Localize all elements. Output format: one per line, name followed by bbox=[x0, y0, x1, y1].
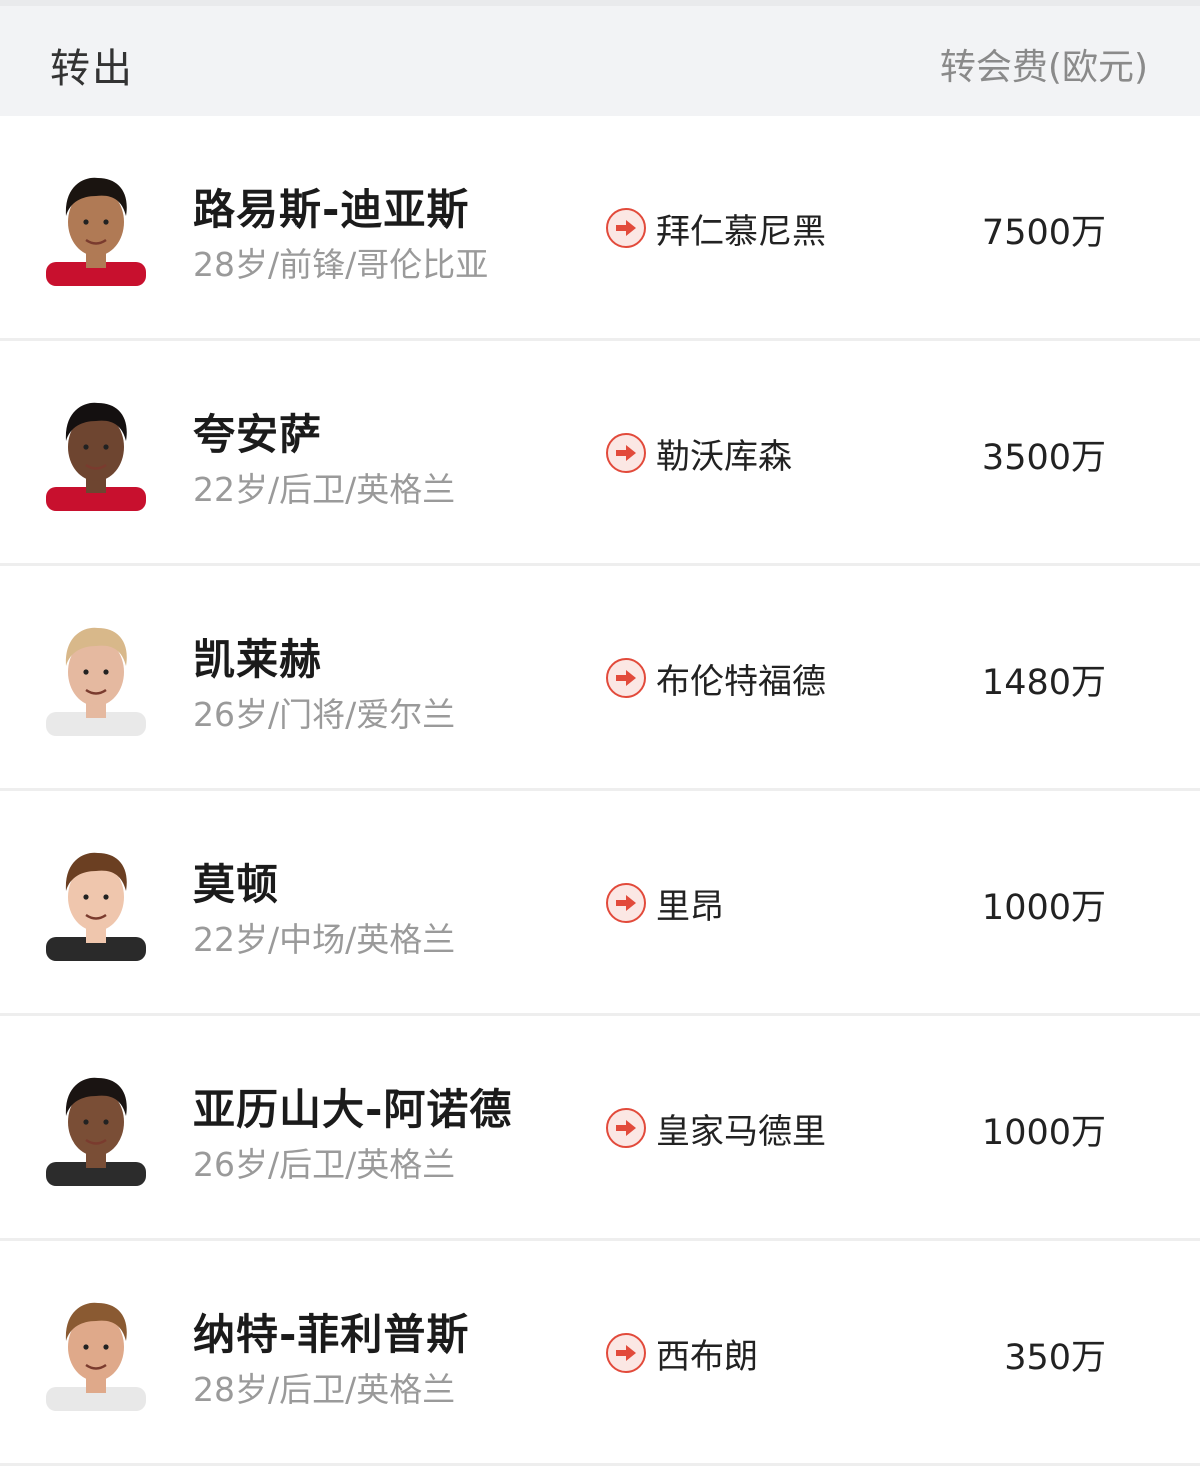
destination: 拜仁慕尼黑 bbox=[606, 206, 826, 252]
arrow-right-circle-icon bbox=[606, 658, 646, 698]
player-photo bbox=[46, 627, 146, 736]
player-avatar bbox=[46, 395, 146, 511]
transfer-row[interactable]: 亚历山大-阿诺德 26岁/后卫/英格兰 皇家马德里 1000万 bbox=[0, 1016, 1200, 1241]
player-meta: 28岁/前锋/哥伦比亚 bbox=[193, 245, 489, 284]
fee-column-label: 转会费(欧元) bbox=[939, 47, 1148, 88]
transfer-row[interactable]: 路易斯-迪亚斯 28岁/前锋/哥伦比亚 拜仁慕尼黑 7500万 bbox=[0, 116, 1200, 341]
player-photo bbox=[46, 177, 146, 286]
player-meta: 22岁/中场/英格兰 bbox=[193, 920, 456, 959]
transfer-row[interactable]: 凯莱赫 26岁/门将/爱尔兰 布伦特福德 1480万 bbox=[0, 566, 1200, 791]
arrow-right-circle-icon bbox=[606, 208, 646, 248]
transfer-fee: 3500万 bbox=[981, 438, 1106, 478]
header-title: 转出 bbox=[50, 46, 134, 92]
arrow-right-circle-icon bbox=[606, 883, 646, 923]
destination: 勒沃库森 bbox=[606, 431, 792, 477]
transfer-row[interactable]: 夸安萨 22岁/后卫/英格兰 勒沃库森 3500万 bbox=[0, 341, 1200, 566]
player-photo bbox=[46, 402, 146, 511]
transfer-fee: 7500万 bbox=[981, 213, 1106, 253]
transfer-fee: 1000万 bbox=[981, 888, 1106, 928]
arrow-right-circle-icon bbox=[606, 1333, 646, 1373]
list-header: 转出 转会费(欧元) bbox=[0, 0, 1200, 116]
transfer-row[interactable]: 纳特-菲利普斯 28岁/后卫/英格兰 西布朗 350万 bbox=[0, 1241, 1200, 1466]
player-meta: 26岁/后卫/英格兰 bbox=[193, 1145, 456, 1184]
transfer-list: 路易斯-迪亚斯 28岁/前锋/哥伦比亚 拜仁慕尼黑 7500万 夸安萨 22岁/… bbox=[0, 116, 1200, 1466]
player-name: 路易斯-迪亚斯 bbox=[193, 185, 470, 234]
destination-club: 布伦特福德 bbox=[656, 661, 826, 702]
player-photo bbox=[46, 1077, 146, 1186]
arrow-right-circle-icon bbox=[606, 433, 646, 473]
player-name: 亚历山大-阿诺德 bbox=[193, 1085, 513, 1134]
destination: 皇家马德里 bbox=[606, 1106, 826, 1152]
destination-club: 勒沃库森 bbox=[656, 436, 792, 477]
player-avatar bbox=[46, 620, 146, 736]
destination-club: 拜仁慕尼黑 bbox=[656, 211, 826, 252]
player-meta: 22岁/后卫/英格兰 bbox=[193, 470, 456, 509]
arrow-right-circle-icon bbox=[606, 1108, 646, 1148]
player-avatar bbox=[46, 1070, 146, 1186]
destination-club: 里昂 bbox=[656, 886, 724, 927]
transfer-fee: 1000万 bbox=[981, 1113, 1106, 1153]
player-name: 纳特-菲利普斯 bbox=[193, 1310, 470, 1359]
destination: 布伦特福德 bbox=[606, 656, 826, 702]
player-name: 莫顿 bbox=[193, 860, 280, 909]
player-name: 夸安萨 bbox=[193, 410, 323, 459]
transfer-fee: 1480万 bbox=[981, 663, 1106, 703]
transfer-fee: 350万 bbox=[1004, 1338, 1106, 1378]
player-meta: 28岁/后卫/英格兰 bbox=[193, 1370, 456, 1409]
destination: 西布朗 bbox=[606, 1331, 758, 1377]
player-meta: 26岁/门将/爱尔兰 bbox=[193, 695, 456, 734]
player-avatar bbox=[46, 170, 146, 286]
destination-club: 西布朗 bbox=[656, 1336, 758, 1377]
player-avatar bbox=[46, 1295, 146, 1411]
player-name: 凯莱赫 bbox=[193, 635, 323, 684]
destination: 里昂 bbox=[606, 881, 724, 927]
player-avatar bbox=[46, 845, 146, 961]
player-photo bbox=[46, 852, 146, 961]
destination-club: 皇家马德里 bbox=[656, 1111, 826, 1152]
player-photo bbox=[46, 1302, 146, 1411]
transfer-row[interactable]: 莫顿 22岁/中场/英格兰 里昂 1000万 bbox=[0, 791, 1200, 1016]
